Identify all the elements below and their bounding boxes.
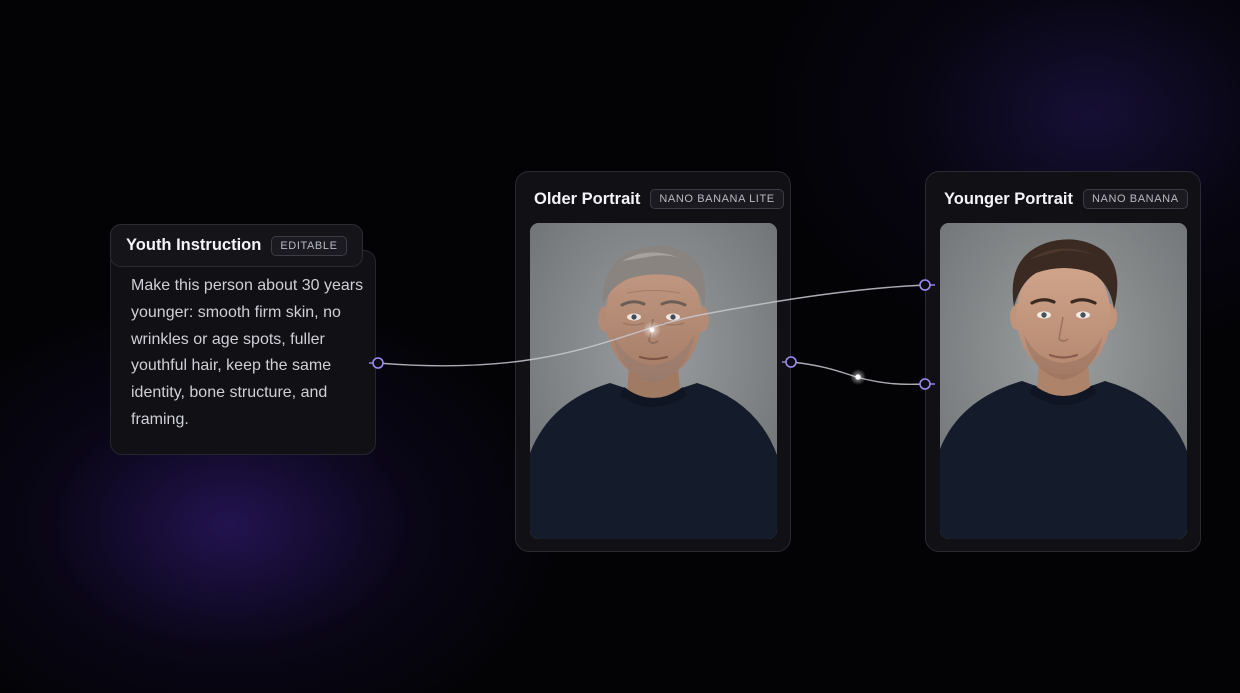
older-portrait-header: Older Portrait NANO BANANA LITE	[534, 187, 784, 211]
edge-older-to-younger[interactable]	[790, 361, 926, 386]
younger-portrait-title: Younger Portrait	[944, 189, 1073, 208]
older-model-badge: NANO BANANA LITE	[650, 189, 784, 209]
younger-portrait-image	[940, 223, 1187, 539]
younger-prompt-input-port[interactable]	[919, 279, 931, 291]
prompt-text[interactable]: Make this person about 30 years younger:…	[131, 273, 367, 434]
prompt-node-header[interactable]: Youth Instruction EDITABLE	[110, 224, 363, 267]
younger-portrait-illustration	[940, 223, 1187, 539]
older-portrait-image	[530, 223, 777, 539]
editable-badge: EDITABLE	[271, 235, 347, 256]
younger-model-badge: NANO BANANA	[1082, 189, 1188, 209]
older-portrait-title: Older Portrait	[534, 189, 641, 208]
younger-portrait-header: Younger Portrait NANO BANANA	[944, 187, 1188, 211]
younger-portrait-node[interactable]: Younger Portrait NANO BANANA	[925, 171, 1201, 552]
older-portrait-node[interactable]: Older Portrait NANO BANANA LITE	[515, 171, 791, 552]
prompt-node-title: Youth Instruction	[126, 236, 262, 254]
younger-image-input-port[interactable]	[919, 378, 931, 390]
older-output-port[interactable]	[785, 356, 797, 368]
prompt-output-port[interactable]	[372, 357, 384, 369]
older-portrait-illustration	[530, 223, 777, 539]
prompt-node[interactable]: Make this person about 30 years younger:…	[110, 250, 376, 455]
